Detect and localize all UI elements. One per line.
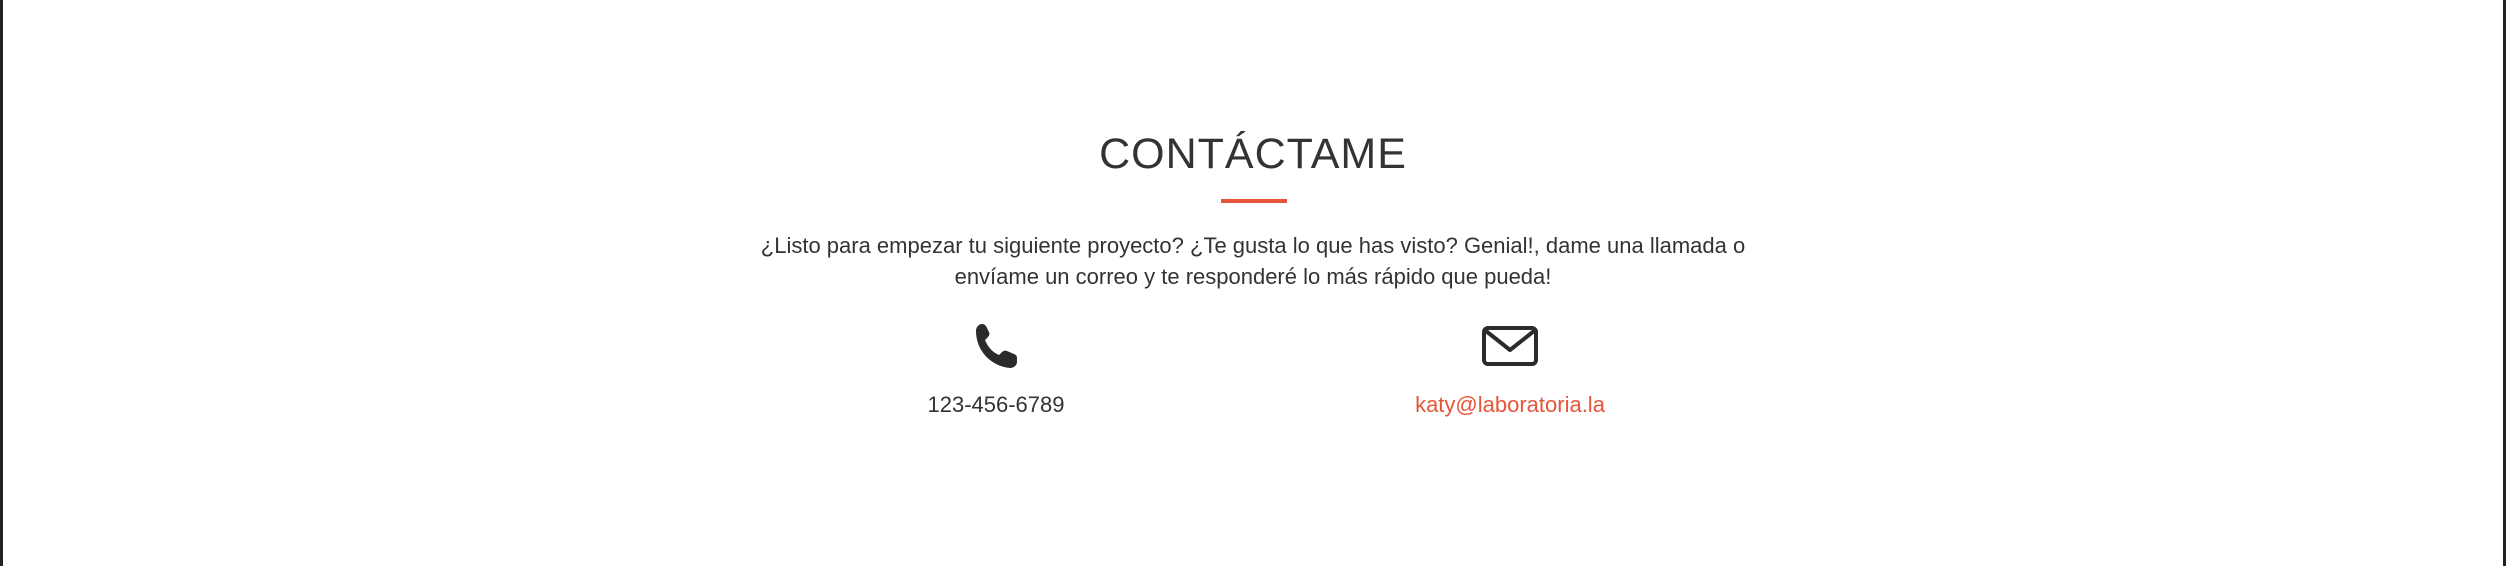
envelope-icon <box>1482 326 1538 366</box>
contact-description: ¿Listo para empezar tu siguiente proyect… <box>700 230 1806 292</box>
phone-contact: 123-456-6789 <box>796 320 1196 418</box>
email-link[interactable]: katy@laboratoria.la <box>1310 392 1710 418</box>
description-line-2: envíame un correo y te responderé lo más… <box>954 264 1552 289</box>
phone-icon <box>976 324 1017 368</box>
email-contact: katy@laboratoria.la <box>1310 320 1710 418</box>
description-line-1: ¿Listo para empezar tu siguiente proyect… <box>760 233 1746 258</box>
title-divider <box>1221 199 1287 203</box>
phone-number: 123-456-6789 <box>927 392 1065 417</box>
section-title: CONTÁCTAME <box>1099 130 1407 178</box>
